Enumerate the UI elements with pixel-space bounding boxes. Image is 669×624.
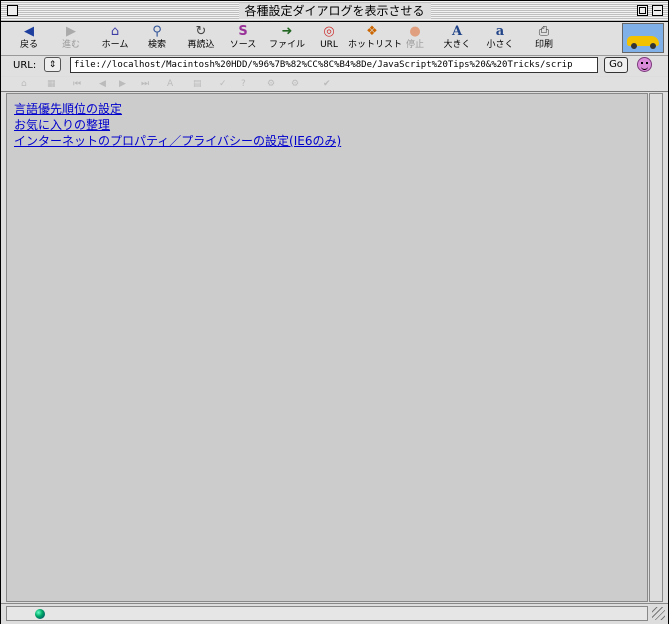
reload-button[interactable]: ↻ 再読込 [177,24,225,54]
file-button[interactable]: ➜ ファイル [263,24,311,54]
go-button[interactable]: Go [604,57,628,73]
url-label-text: URL [320,40,338,50]
file-icon: ➜ [281,24,293,39]
collapse-box[interactable] [652,5,663,16]
stop-icon: ● [409,24,421,39]
vertical-scrollbar[interactable] [649,93,663,602]
font-larger-button[interactable]: A 大きく [433,24,481,54]
page-content: 言語優先順位の設定 お気に入りの整理 インターネットのプロパティ／プライバシーの… [6,93,648,602]
source-button[interactable]: S ソース [219,24,267,54]
search-icon: ⚲ [152,24,162,39]
forward-arrow-icon: ▶ [66,24,76,39]
font-smaller-button[interactable]: a 小さく [476,24,524,54]
file-label: ファイル [268,40,305,50]
title-bar[interactable]: 各種設定ダイアログを表示させる [1,1,668,22]
forward-label: 進む [61,40,80,50]
font-larger-label: 大きく [443,40,471,50]
checkmark-icon[interactable]: ✔ [323,78,331,90]
wheel-icon [650,43,656,49]
link-organize-favorites[interactable]: お気に入りの整理 [14,118,110,133]
last-icon[interactable]: ⏭ [141,78,149,90]
secondary-toolbar: ⌂ ▦ ⏮ ◀ ▶ ⏭ A ▤ ✓ ? ⚙ ⚙ ✔ [1,77,668,92]
settings-icon[interactable]: ⚙ [291,78,299,90]
help-icon[interactable]: ? [241,78,246,90]
gear-icon[interactable]: ⚙ [267,78,275,90]
url-history-popup[interactable]: ⇕ [44,57,61,72]
hotlist-icon: ❖ [366,24,378,39]
resize-handle[interactable] [652,607,665,620]
url-button[interactable]: ◎ URL [305,24,353,54]
font-larger-icon: A [451,24,463,39]
next-icon[interactable]: ▶ [119,78,126,90]
status-bar [1,603,668,624]
home-small-icon[interactable]: ⌂ [21,78,27,90]
browser-window: 各種設定ダイアログを表示させる ◀ 戻る ▶ 進む ⌂ ホーム ⚲ 検索 ↻ 再… [0,0,669,624]
home-button[interactable]: ⌂ ホーム [91,24,139,54]
font-smaller-label: 小さく [486,40,514,50]
list-icon[interactable]: ▤ [193,78,202,90]
zoom-box[interactable] [637,5,648,16]
back-button[interactable]: ◀ 戻る [5,24,53,54]
previous-icon[interactable]: ◀ [99,78,106,90]
print-button[interactable]: ⎙ 印刷 [520,24,568,54]
close-box[interactable] [7,5,18,16]
font-smaller-icon: a [495,24,505,39]
hotlist-button[interactable]: ❖ ホットリスト [348,24,403,54]
forward-button[interactable]: ▶ 進む [47,24,95,54]
reload-label: 再読込 [187,40,215,50]
url-input[interactable]: file://localhost/Macintosh%20HDD/%96%7B%… [70,57,598,73]
link-language-priority[interactable]: 言語優先順位の設定 [14,102,122,117]
browser-logo[interactable] [622,23,664,53]
address-bar: URL: ⇕ file://localhost/Macintosh%20HDD/… [1,56,668,76]
search-label: 検索 [147,40,166,50]
print-icon: ⎙ [538,24,550,39]
toolbar: ◀ 戻る ▶ 進む ⌂ ホーム ⚲ 検索 ↻ 再読込 S ソース ➜ ファイル … [1,22,668,56]
hotlist-label: ホットリスト [348,40,403,50]
smiley-icon[interactable] [637,57,652,72]
back-arrow-icon: ◀ [24,24,34,39]
stop-button[interactable]: ● 停止 [391,24,439,54]
window-title: 各種設定ダイアログを表示させる [238,3,431,19]
stop-label: 停止 [405,40,424,50]
wheel-icon [631,43,637,49]
print-label: 印刷 [534,40,553,50]
home-icon: ⌂ [110,24,120,39]
url-icon: ◎ [323,24,335,39]
link-internet-properties[interactable]: インターネットのプロパティ／プライバシーの設定(IE6のみ) [14,134,341,149]
first-icon[interactable]: ⏮ [73,78,81,90]
reload-icon: ↻ [195,24,207,39]
url-field-label: URL: [13,60,37,71]
grid-icon[interactable]: ▦ [47,78,56,90]
globe-icon [35,609,45,619]
home-label: ホーム [101,40,129,50]
status-field [6,606,648,621]
letter-icon[interactable]: A [167,78,173,90]
back-label: 戻る [19,40,38,50]
source-label: ソース [229,40,257,50]
source-icon: S [238,24,248,39]
search-button[interactable]: ⚲ 検索 [133,24,181,54]
check-icon[interactable]: ✓ [219,78,227,90]
